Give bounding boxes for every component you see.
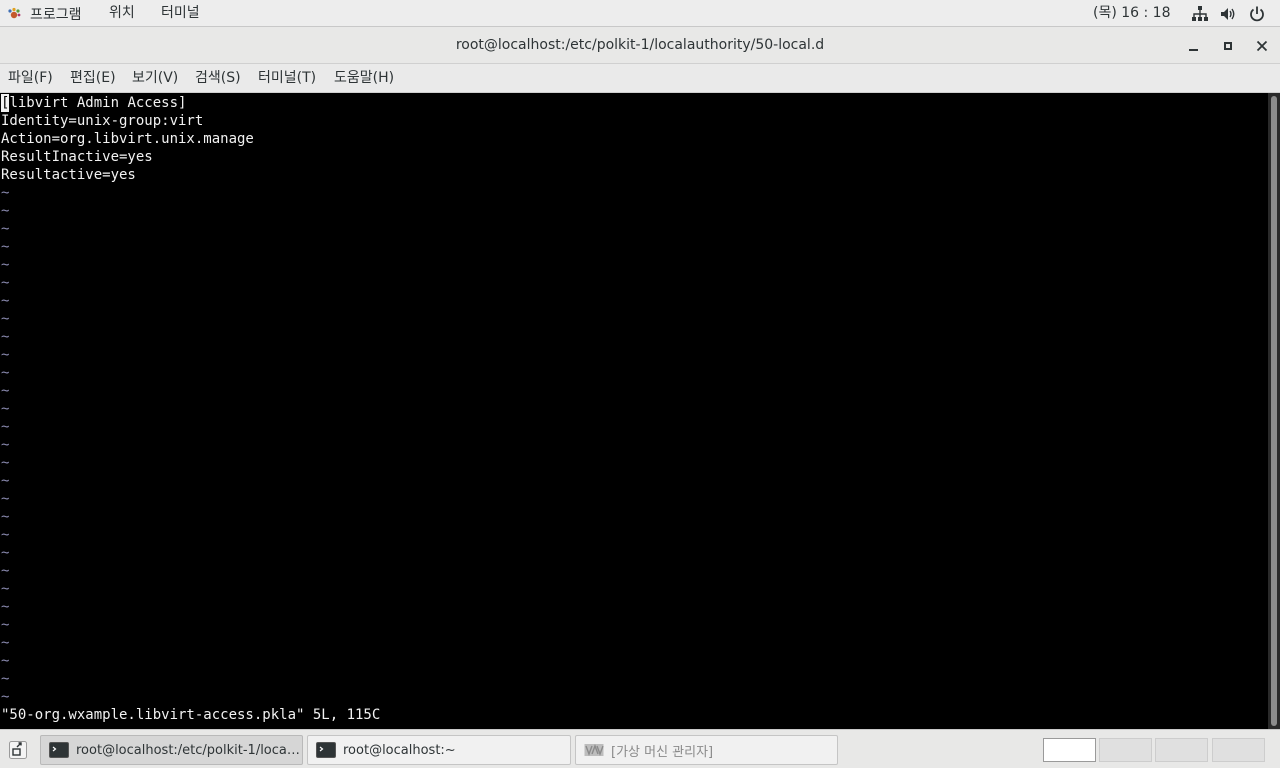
empty-line-tilde: ~ [1, 671, 10, 687]
window-titlebar[interactable]: root@localhost:/etc/polkit-1/localauthor… [0, 27, 1280, 64]
workspace-4[interactable] [1212, 738, 1265, 762]
show-desktop-icon[interactable] [8, 740, 28, 760]
task-terminal-polkit[interactable]: root@localhost:/etc/polkit-1/locala… [40, 735, 303, 765]
task-terminal-home[interactable]: root@localhost:~ [307, 735, 571, 765]
empty-line-tilde: ~ [1, 311, 10, 327]
empty-line-tilde: ~ [1, 383, 10, 399]
editor-line-1: [libvirt Admin Access] [1, 94, 186, 112]
applications-menu[interactable]: 프로그램 [6, 0, 82, 27]
terminal-icon [316, 742, 336, 758]
terminal-icon [49, 742, 69, 758]
power-icon[interactable] [1248, 5, 1266, 23]
window-title: root@localhost:/etc/polkit-1/localauthor… [455, 37, 825, 53]
task-label: root@localhost:/etc/polkit-1/locala… [76, 742, 302, 758]
empty-line-tilde: ~ [1, 437, 10, 453]
minimize-icon[interactable] [1184, 36, 1204, 56]
empty-line-tilde: ~ [1, 185, 10, 201]
empty-line-tilde: ~ [1, 581, 10, 597]
menu-terminal[interactable]: 터미널(T) [258, 64, 316, 93]
maximize-icon[interactable] [1218, 36, 1238, 56]
editor-line-1-text: libvirt Admin Access] [9, 95, 187, 111]
editor-line-4: ResultInactive=yes [1, 149, 153, 165]
workspace-1[interactable] [1043, 738, 1096, 762]
empty-line-tilde: ~ [1, 329, 10, 345]
terminal-view[interactable]: [libvirt Admin Access] Identity=unix-gro… [0, 93, 1268, 729]
menu-bar: 파일(F) 편집(E) 보기(V) 검색(S) 터미널(T) 도움말(H) [0, 64, 1280, 93]
terminal-app-menu[interactable]: 터미널 [161, 0, 200, 27]
empty-line-tilde: ~ [1, 473, 10, 489]
menu-search[interactable]: 검색(S) [195, 64, 241, 93]
editor-line-2: Identity=unix-group:virt [1, 113, 204, 129]
menu-file[interactable]: 파일(F) [8, 64, 53, 93]
menu-edit[interactable]: 편집(E) [70, 64, 116, 93]
empty-line-tilde: ~ [1, 563, 10, 579]
workspace-3[interactable] [1155, 738, 1208, 762]
empty-line-tilde: ~ [1, 203, 10, 219]
scrollbar-thumb[interactable] [1271, 96, 1277, 726]
task-virt-manager[interactable]: [가상 머신 관리자] [575, 735, 838, 765]
empty-line-tilde: ~ [1, 635, 10, 651]
empty-line-tilde: ~ [1, 365, 10, 381]
empty-line-tilde: ~ [1, 653, 10, 669]
empty-line-tilde: ~ [1, 455, 10, 471]
clock[interactable]: (목) 16 : 18 [1093, 0, 1171, 27]
empty-line-tilde: ~ [1, 275, 10, 291]
applications-label: 프로그램 [30, 6, 82, 23]
empty-line-tilde: ~ [1, 509, 10, 525]
empty-line-tilde: ~ [1, 239, 10, 255]
empty-line-tilde: ~ [1, 491, 10, 507]
empty-line-tilde: ~ [1, 401, 10, 417]
empty-line-tilde: ~ [1, 347, 10, 363]
empty-line-tilde: ~ [1, 257, 10, 273]
menu-help[interactable]: 도움말(H) [334, 64, 394, 93]
empty-line-tilde: ~ [1, 419, 10, 435]
menu-view[interactable]: 보기(V) [132, 64, 178, 93]
vim-status-line: "50-org.wxample.libvirt-access.pkla" 5L,… [1, 707, 381, 723]
task-label: root@localhost:~ [343, 742, 456, 758]
empty-line-tilde: ~ [1, 689, 10, 705]
editor-line-5: Resultactive=yes [1, 167, 136, 183]
empty-line-tilde: ~ [1, 527, 10, 543]
close-icon[interactable] [1252, 36, 1272, 56]
network-icon[interactable] [1191, 5, 1209, 23]
empty-line-tilde: ~ [1, 599, 10, 615]
volume-icon[interactable] [1219, 5, 1237, 23]
virt-manager-icon [584, 744, 604, 756]
places-menu[interactable]: 위치 [109, 0, 135, 27]
terminal-scrollbar[interactable] [1268, 93, 1280, 729]
empty-line-tilde: ~ [1, 293, 10, 309]
task-label: [가상 머신 관리자] [611, 744, 714, 760]
workspace-2[interactable] [1099, 738, 1152, 762]
empty-line-tilde: ~ [1, 617, 10, 633]
editor-line-3: Action=org.libvirt.unix.manage [1, 131, 254, 147]
empty-line-tilde: ~ [1, 221, 10, 237]
gnome-foot-icon [8, 7, 21, 18]
top-panel: 프로그램 위치 터미널 (목) 16 : 18 [0, 0, 1280, 27]
empty-line-tilde: ~ [1, 545, 10, 561]
bottom-taskbar: root@localhost:/etc/polkit-1/locala… roo… [0, 729, 1280, 768]
